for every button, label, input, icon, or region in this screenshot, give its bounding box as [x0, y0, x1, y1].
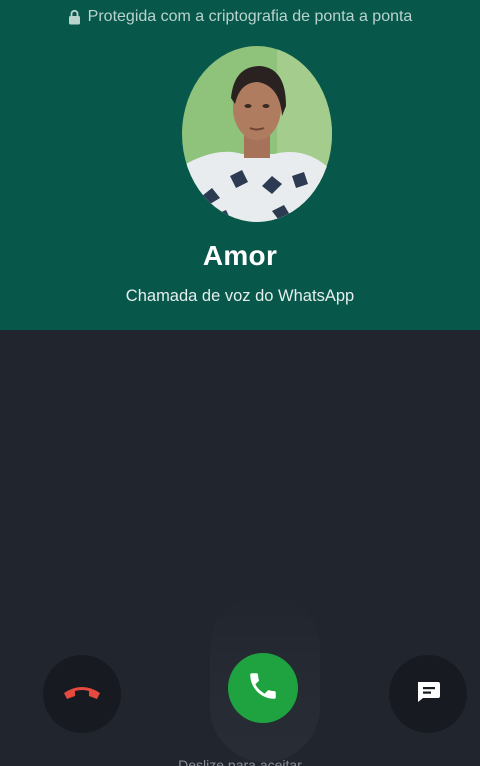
- swipe-hint: Deslize para aceitar: [178, 757, 302, 766]
- call-type-label: Chamada de voz do WhatsApp: [125, 287, 355, 305]
- phone-hangup-icon: [62, 683, 102, 706]
- incoming-call-screen: Protegida com a criptografia de ponta a …: [0, 0, 480, 766]
- encryption-text: Protegida com a criptografia de ponta a …: [87, 8, 413, 25]
- encryption-notice: Protegida com a criptografia de ponta a …: [0, 8, 480, 26]
- caller-info-panel: Protegida com a criptografia de ponta a …: [0, 0, 480, 330]
- decline-button[interactable]: [43, 655, 121, 733]
- message-icon: [415, 681, 441, 708]
- call-actions-panel: Deslize para aceitar: [0, 330, 480, 766]
- message-button[interactable]: [389, 655, 467, 733]
- caller-name: Amor: [202, 240, 278, 271]
- phone-icon: [246, 669, 280, 708]
- accept-button[interactable]: [228, 653, 298, 723]
- caller-avatar: [182, 46, 332, 222]
- lock-icon: [68, 9, 81, 25]
